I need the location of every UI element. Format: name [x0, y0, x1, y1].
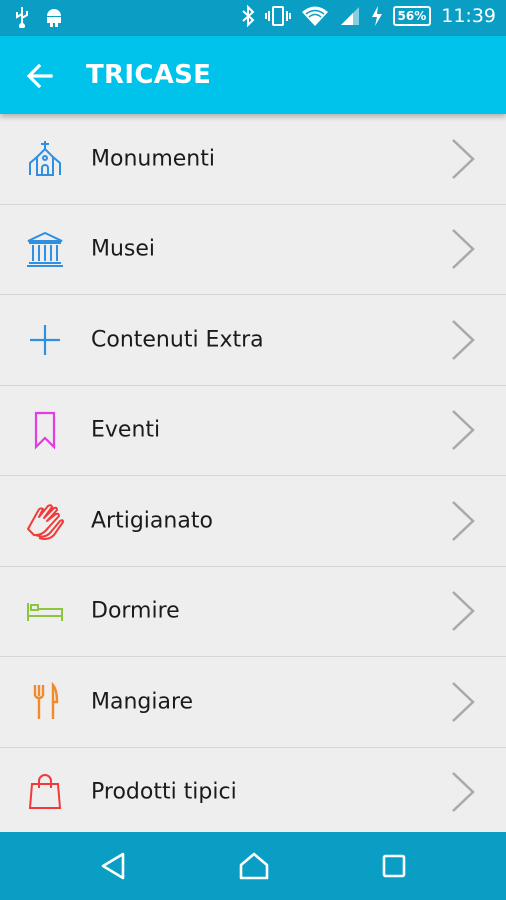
recents-icon	[382, 854, 406, 878]
back-triangle-icon	[101, 852, 125, 880]
plus-icon	[22, 317, 68, 363]
menu-item-label: Musei	[91, 236, 156, 262]
home-icon	[239, 852, 269, 880]
status-bar: 56% 11:39	[0, 0, 506, 36]
chevron-right-icon	[452, 410, 475, 451]
menu-item-prodotti-tipici[interactable]: Prodotti tipici	[0, 747, 506, 832]
menu-item-mangiare[interactable]: Mangiare	[0, 657, 506, 748]
menu-item-eventi[interactable]: Eventi	[0, 385, 506, 476]
status-bar-system: 56% 11:39	[241, 5, 496, 27]
status-bar-notifications	[14, 6, 64, 28]
page-title: TRICASE	[86, 60, 212, 90]
menu-item-label: Mangiare	[91, 689, 194, 715]
menu-item-label: Monumenti	[91, 146, 215, 172]
menu-item-artigianato[interactable]: Artigianato	[0, 476, 506, 567]
nav-recents-button[interactable]	[374, 846, 414, 886]
vibrate-icon	[264, 5, 291, 27]
chevron-right-icon	[452, 772, 475, 813]
category-list: Monumenti Musei Contenuti Extra Eventi A…	[0, 114, 506, 832]
battery-level: 56%	[397, 9, 427, 23]
signal-icon	[339, 5, 361, 27]
bluetooth-icon	[241, 5, 255, 27]
menu-item-musei[interactable]: Musei	[0, 204, 506, 295]
shopping-bag-icon	[22, 769, 68, 815]
arrow-back-icon	[26, 63, 53, 89]
status-time: 11:39	[441, 5, 496, 27]
menu-item-monumenti[interactable]: Monumenti	[0, 114, 506, 205]
menu-item-contenuti-extra[interactable]: Contenuti Extra	[0, 295, 506, 386]
nav-back-button[interactable]	[93, 846, 133, 886]
chevron-right-icon	[452, 138, 475, 179]
back-button[interactable]	[22, 58, 58, 94]
chevron-right-icon	[452, 681, 475, 722]
battery-icon: 56%	[392, 6, 432, 26]
app-bar: TRICASE	[0, 36, 506, 114]
chevron-right-icon	[452, 500, 475, 541]
fork-knife-icon	[22, 679, 68, 725]
chevron-right-icon	[452, 319, 475, 360]
menu-item-label: Contenuti Extra	[91, 327, 264, 353]
system-nav-bar	[0, 832, 506, 900]
hands-icon	[22, 498, 68, 544]
chevron-right-icon	[452, 229, 475, 270]
android-icon	[44, 6, 64, 28]
chevron-right-icon	[452, 591, 475, 632]
menu-item-dormire[interactable]: Dormire	[0, 566, 506, 657]
bookmark-icon	[22, 407, 68, 453]
menu-item-label: Artigianato	[91, 508, 213, 534]
church-icon	[22, 136, 68, 182]
charging-icon	[371, 6, 383, 26]
wifi-icon	[301, 5, 329, 27]
nav-home-button[interactable]	[234, 846, 274, 886]
usb-icon	[14, 6, 30, 28]
menu-item-label: Eventi	[91, 417, 161, 443]
menu-item-label: Prodotti tipici	[91, 779, 237, 805]
menu-item-label: Dormire	[91, 598, 180, 624]
museum-icon	[22, 226, 68, 272]
bed-icon	[22, 588, 68, 634]
